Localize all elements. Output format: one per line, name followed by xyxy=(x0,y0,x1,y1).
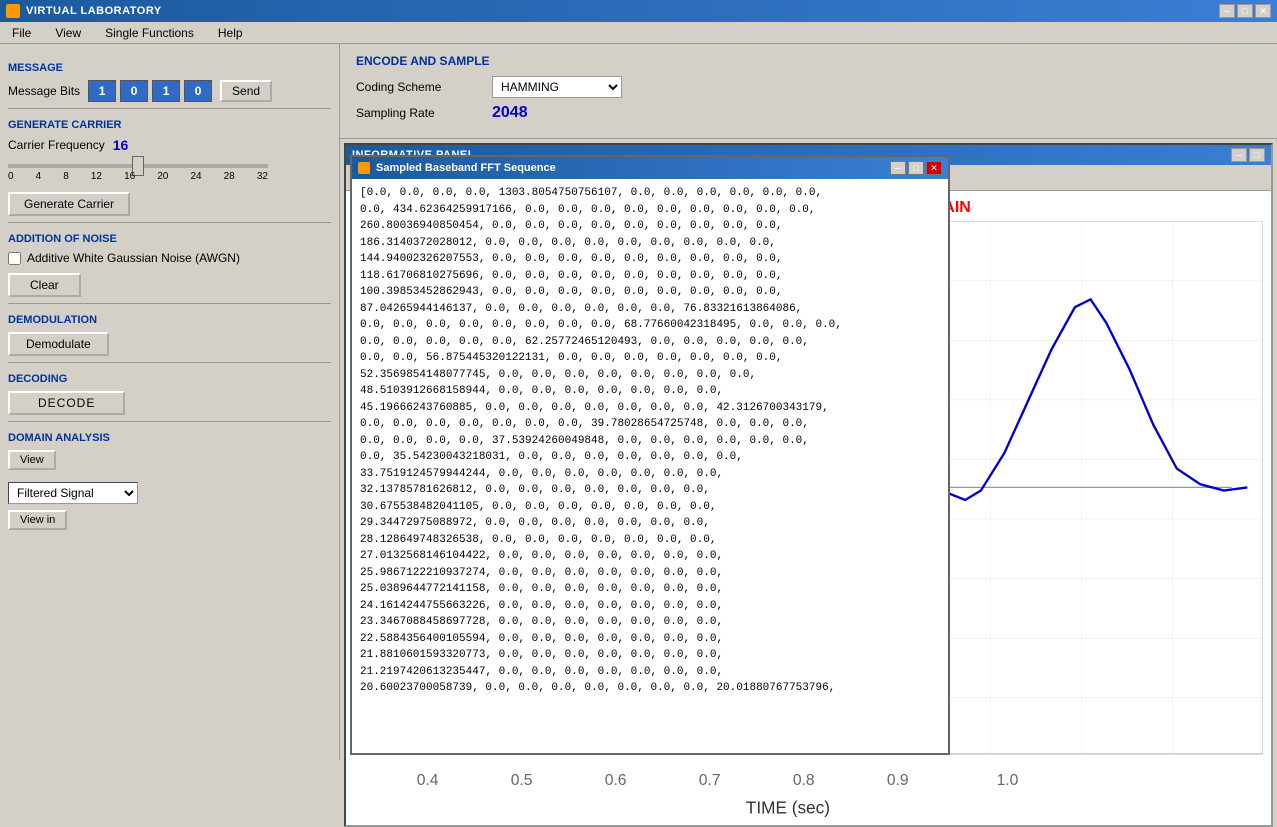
message-section: MESSAGE Message Bits Send xyxy=(8,62,331,102)
info-panel-controls[interactable]: ─ □ xyxy=(1231,148,1265,162)
svg-text:0.6: 0.6 xyxy=(605,772,627,789)
demodulate-button[interactable]: Demodulate xyxy=(8,332,109,356)
encode-title: ENCODE AND SAMPLE xyxy=(356,54,1261,68)
carrier-freq-label: Carrier Frequency xyxy=(8,138,105,152)
menu-view[interactable]: View xyxy=(51,25,85,41)
view-in-button[interactable]: View in xyxy=(8,510,67,530)
noise-title: ADDITION OF NOISE xyxy=(8,233,331,245)
svg-text:0.5: 0.5 xyxy=(511,772,533,789)
carrier-freq-slider[interactable] xyxy=(8,164,268,168)
app-title: VIRTUAL LABORATORY xyxy=(26,5,162,17)
view-in-row: View in xyxy=(8,510,331,536)
message-bits-row: Message Bits Send xyxy=(8,80,331,102)
sampling-rate-value: 2048 xyxy=(492,104,528,122)
menu-help[interactable]: Help xyxy=(214,25,247,41)
title-bar-controls[interactable]: ─ □ ✕ xyxy=(1219,4,1271,18)
minimize-button[interactable]: ─ xyxy=(1219,4,1235,18)
filtered-signal-dropdown[interactable]: Filtered Signal xyxy=(8,482,138,504)
popup-text: [0.0, 0.0, 0.0, 0.0, 1303.8054750756107,… xyxy=(360,185,940,697)
awgn-label: Additive White Gaussian Noise (AWGN) xyxy=(27,251,240,265)
svg-text:0.9: 0.9 xyxy=(887,772,909,789)
coding-scheme-row: Coding Scheme HAMMING xyxy=(356,76,1261,98)
menu-bar: File View Single Functions Help xyxy=(0,22,1277,44)
slider-container: 0 4 8 12 16 20 24 28 32 xyxy=(8,157,331,182)
popup-title: Sampled Baseband FFT Sequence xyxy=(376,162,556,174)
carrier-section: GENERATE CARRIER Carrier Frequency 16 0 … xyxy=(8,119,331,216)
send-button[interactable]: Send xyxy=(220,80,272,102)
title-bar-left: VIRTUAL LABORATORY xyxy=(6,4,162,18)
svg-text:0.7: 0.7 xyxy=(699,772,721,789)
popup-controls[interactable]: ─ □ ✕ xyxy=(890,161,942,175)
popup-close-button[interactable]: ✕ xyxy=(926,161,942,175)
menu-file[interactable]: File xyxy=(8,25,35,41)
awgn-checkbox[interactable] xyxy=(8,252,21,265)
menu-single-functions[interactable]: Single Functions xyxy=(101,25,198,41)
svg-text:0.4: 0.4 xyxy=(417,772,439,789)
sampling-rate-label: Sampling Rate xyxy=(356,106,476,120)
svg-text:1.0: 1.0 xyxy=(997,772,1019,789)
bit-input-0[interactable] xyxy=(88,80,116,102)
svg-text:0.8: 0.8 xyxy=(793,772,815,789)
popup-icon xyxy=(358,162,370,174)
popup-title-area: Sampled Baseband FFT Sequence xyxy=(358,162,556,174)
generate-carrier-button[interactable]: Generate Carrier xyxy=(8,192,130,216)
carrier-title: GENERATE CARRIER xyxy=(8,119,331,131)
awgn-row: Additive White Gaussian Noise (AWGN) xyxy=(8,251,331,265)
info-minimize-button[interactable]: ─ xyxy=(1231,148,1247,162)
domain-section: DOMAIN ANALYSIS View Filtered Signal Vie… xyxy=(8,432,331,536)
popup-content[interactable]: [0.0, 0.0, 0.0, 0.0, 1303.8054750756107,… xyxy=(352,179,948,753)
encode-panel: ENCODE AND SAMPLE Coding Scheme HAMMING … xyxy=(340,44,1277,139)
bit-input-2[interactable] xyxy=(152,80,180,102)
domain-title: DOMAIN ANALYSIS xyxy=(8,432,331,444)
clear-button[interactable]: Clear xyxy=(8,273,81,297)
message-bits-label: Message Bits xyxy=(8,84,80,98)
popup-minimize-button[interactable]: ─ xyxy=(890,161,906,175)
carrier-row: Carrier Frequency 16 xyxy=(8,137,331,153)
demodulation-section: DEMODULATION Demodulate xyxy=(8,314,331,356)
decode-button[interactable]: DECODE xyxy=(8,391,125,415)
decoding-title: DECODING xyxy=(8,373,331,385)
popup-window: Sampled Baseband FFT Sequence ─ □ ✕ [0.0… xyxy=(350,155,950,755)
popup-maximize-button[interactable]: □ xyxy=(908,161,924,175)
title-bar: VIRTUAL LABORATORY ─ □ ✕ xyxy=(0,0,1277,22)
coding-scheme-label: Coding Scheme xyxy=(356,80,476,94)
noise-section: ADDITION OF NOISE Additive White Gaussia… xyxy=(8,233,331,297)
sampling-rate-row: Sampling Rate 2048 xyxy=(356,104,1261,122)
message-title: MESSAGE xyxy=(8,62,331,74)
svg-text:TIME (sec): TIME (sec) xyxy=(746,797,830,816)
decoding-section: DECODING DECODE xyxy=(8,373,331,415)
maximize-button[interactable]: □ xyxy=(1237,4,1253,18)
popup-titlebar: Sampled Baseband FFT Sequence ─ □ ✕ xyxy=(352,157,948,179)
bit-input-3[interactable] xyxy=(184,80,212,102)
bit-input-1[interactable] xyxy=(120,80,148,102)
close-button[interactable]: ✕ xyxy=(1255,4,1271,18)
filtered-signal-row: Filtered Signal xyxy=(8,482,331,504)
demodulation-title: DEMODULATION xyxy=(8,314,331,326)
info-maximize-button[interactable]: □ xyxy=(1249,148,1265,162)
carrier-freq-value: 16 xyxy=(113,137,129,153)
app-icon xyxy=(6,4,20,18)
left-panel: MESSAGE Message Bits Send GENERATE CARRI… xyxy=(0,44,340,760)
coding-scheme-select[interactable]: HAMMING xyxy=(492,76,622,98)
view-button-1[interactable]: View xyxy=(8,450,56,470)
